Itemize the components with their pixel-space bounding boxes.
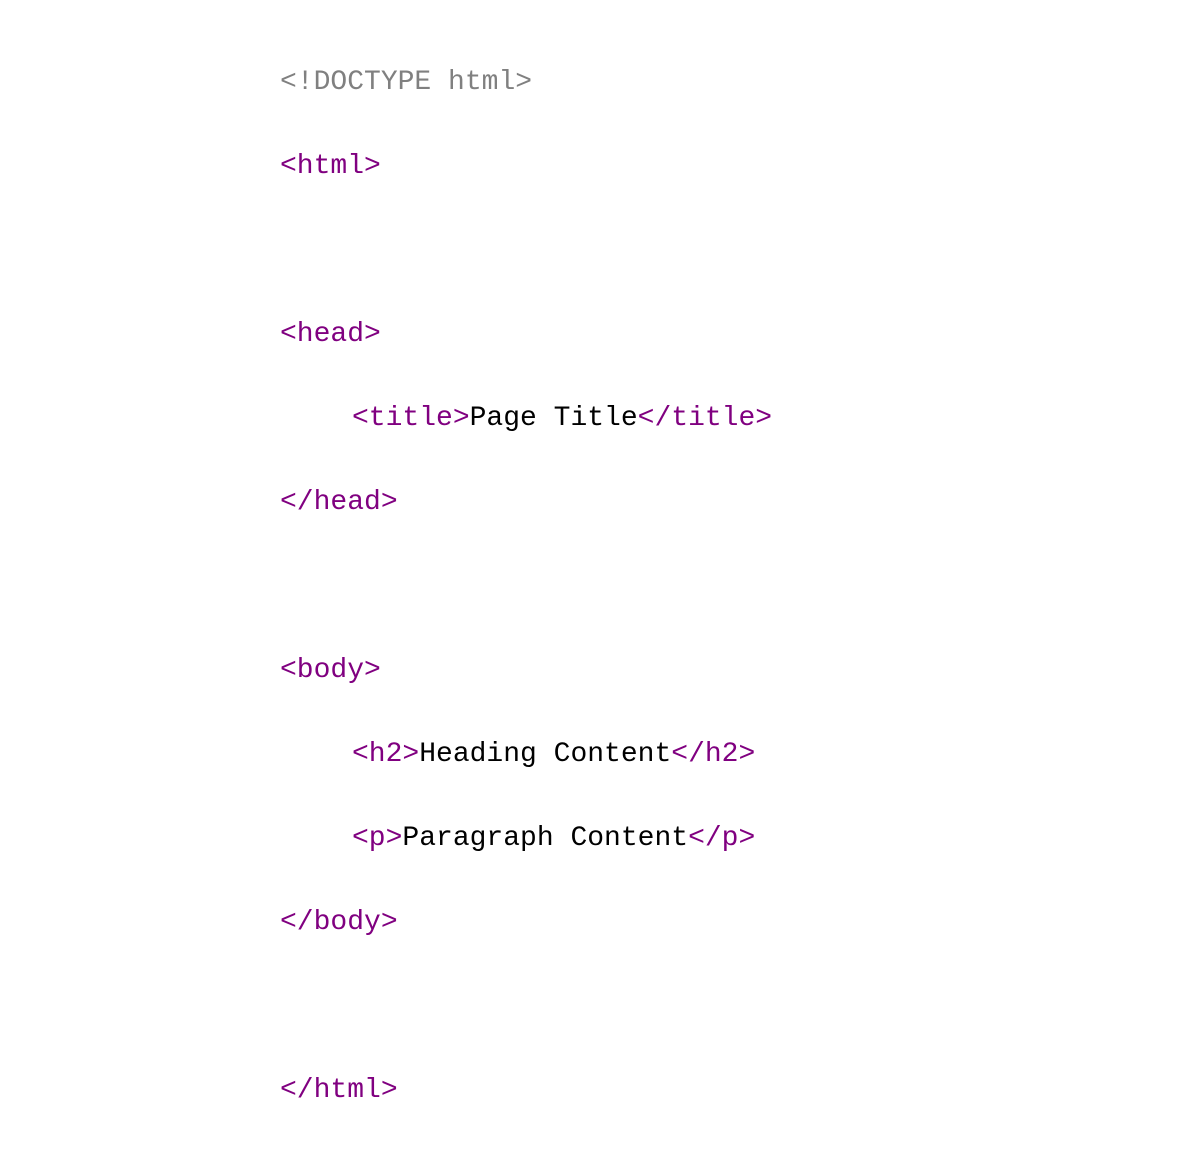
- title-content: Page Title: [470, 403, 638, 434]
- p-line: <p>Paragraph Content</p>: [280, 818, 1200, 860]
- title-open-tag: <title>: [352, 403, 470, 434]
- body-open-tag: <body>: [280, 655, 381, 686]
- body-open-line: <body>: [280, 650, 1200, 692]
- p-content: Paragraph Content: [402, 823, 688, 854]
- blank-line-1: [280, 230, 1200, 272]
- head-close-tag: </head>: [280, 487, 398, 518]
- h2-line: <h2>Heading Content</h2>: [280, 734, 1200, 776]
- code-snippet: <!DOCTYPE html> <html> <head> <title>Pag…: [0, 0, 1200, 1154]
- doctype-text: DOCTYPE html: [314, 67, 516, 98]
- body-close-line: </body>: [280, 902, 1200, 944]
- blank-line-3: [280, 986, 1200, 1028]
- head-close-line: </head>: [280, 482, 1200, 524]
- html-open-tag: <html>: [280, 151, 381, 182]
- h2-content: Heading Content: [419, 739, 671, 770]
- title-line: <title>Page Title</title>: [280, 398, 1200, 440]
- html-close-tag: </html>: [280, 1075, 398, 1106]
- html-open-line: <html>: [280, 146, 1200, 188]
- p-close-tag: </p>: [688, 823, 755, 854]
- p-open-tag: <p>: [352, 823, 402, 854]
- head-open-line: <head>: [280, 314, 1200, 356]
- h2-close-tag: </h2>: [671, 739, 755, 770]
- doctype-close: >: [515, 67, 532, 98]
- title-close-tag: </title>: [638, 403, 772, 434]
- head-open-tag: <head>: [280, 319, 381, 350]
- h2-open-tag: <h2>: [352, 739, 419, 770]
- html-close-line: </html>: [280, 1070, 1200, 1112]
- body-close-tag: </body>: [280, 907, 398, 938]
- doctype-open: <!: [280, 67, 314, 98]
- blank-line-2: [280, 566, 1200, 608]
- doctype-line: <!DOCTYPE html>: [280, 62, 1200, 104]
